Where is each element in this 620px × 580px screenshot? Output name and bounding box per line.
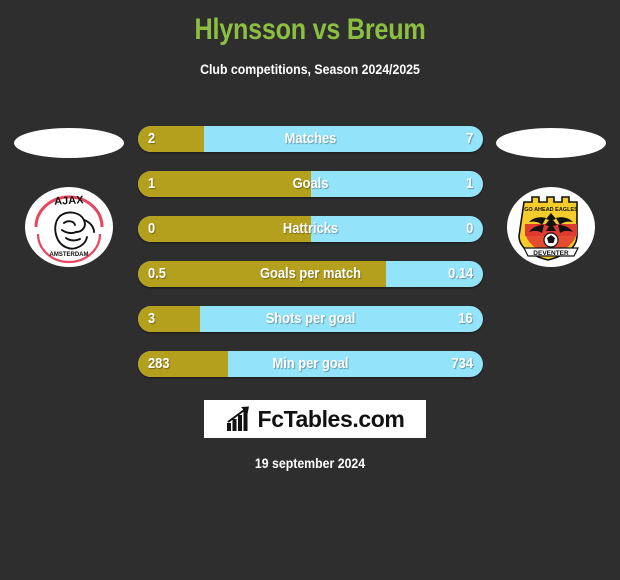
stat-label: Goals per match xyxy=(259,265,362,282)
stat-away-value: 734 xyxy=(451,355,473,372)
ajax-crest-icon: AJAX AMSTERDAM xyxy=(25,187,113,267)
stat-label: Hattricks xyxy=(282,220,339,237)
stat-away-value: 0.14 xyxy=(447,265,473,282)
stat-label: Goals xyxy=(292,175,329,192)
stat-row: 3 Shots per goal 16 xyxy=(138,306,483,332)
stat-home-value: 3 xyxy=(148,310,156,327)
brand-label: FcTables.com xyxy=(257,405,405,432)
stat-row: 2 Matches 7 xyxy=(138,126,483,152)
stat-row: 0.5 Goals per match 0.14 xyxy=(138,261,483,287)
home-team-column: AJAX AMSTERDAM xyxy=(0,122,138,292)
stat-row: 0 Hattricks 0 xyxy=(138,216,483,242)
stat-away-value: 1 xyxy=(465,175,473,192)
svg-text:AJAX: AJAX xyxy=(54,194,85,208)
stat-away-value: 0 xyxy=(465,220,473,237)
brand-watermark: FcTables.com xyxy=(204,400,426,438)
stat-row: 283 Min per goal 734 xyxy=(138,351,483,377)
player-photo-away xyxy=(496,128,606,158)
stat-label: Min per goal xyxy=(272,355,349,372)
chart-date: 19 september 2024 xyxy=(254,455,366,471)
bar-chart-icon xyxy=(226,406,249,431)
stat-away-value: 7 xyxy=(465,130,473,147)
player-photo-home xyxy=(14,128,124,158)
stat-row: 1 Goals 1 xyxy=(138,171,483,197)
away-team-column: GO AHEAD EAGLES DEVENTER xyxy=(482,122,620,292)
ajax-amsterdam-crest: AJAX AMSTERDAM xyxy=(24,182,114,272)
page-title: Hlynsson vs Breum xyxy=(194,13,426,46)
go-ahead-eagles-crest: GO AHEAD EAGLES DEVENTER xyxy=(506,182,596,272)
eagles-crest-icon: GO AHEAD EAGLES DEVENTER xyxy=(507,187,595,267)
stat-away-value: 16 xyxy=(458,310,473,327)
svg-text:GO AHEAD EAGLES: GO AHEAD EAGLES xyxy=(524,207,578,213)
stat-home-value: 1 xyxy=(148,175,156,192)
page-subtitle: Club competitions, Season 2024/2025 xyxy=(200,61,420,77)
stat-label: Matches xyxy=(284,130,337,147)
svg-text:DEVENTER: DEVENTER xyxy=(533,250,569,257)
svg-text:AMSTERDAM: AMSTERDAM xyxy=(50,252,89,258)
stat-comparison-bars: 2 Matches 7 1 Goals 1 0 Hattricks 0 0.5 … xyxy=(138,126,483,396)
stat-home-value: 0 xyxy=(148,220,156,237)
stat-label: Shots per goal xyxy=(265,310,356,327)
stat-home-value: 2 xyxy=(148,130,156,147)
